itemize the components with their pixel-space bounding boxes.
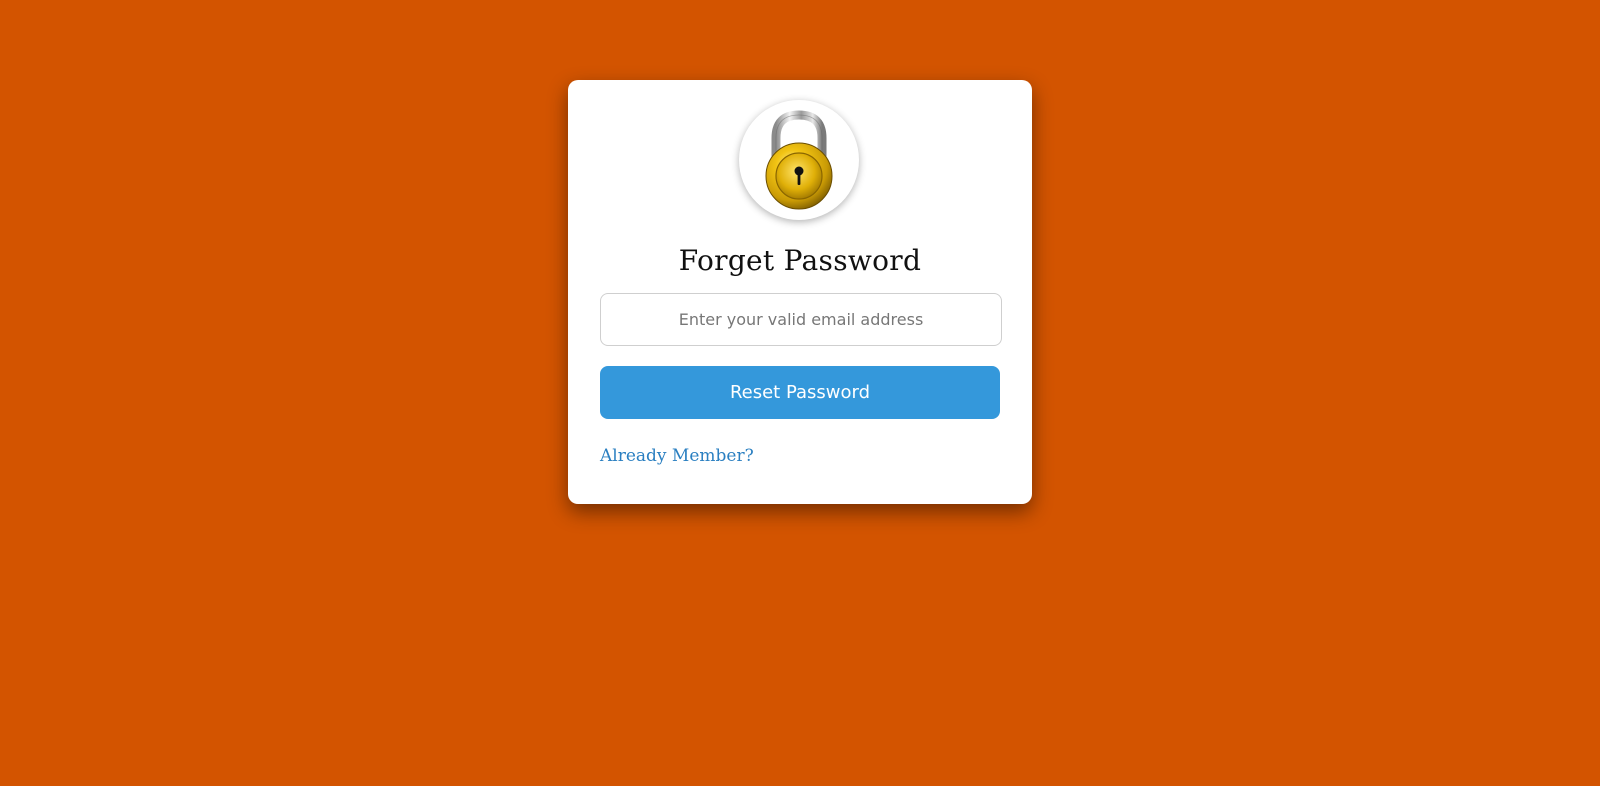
lock-avatar	[739, 100, 859, 220]
page-title: Forget Password	[678, 244, 922, 277]
lock-icon	[765, 110, 833, 210]
forgot-password-card: Forget Password Reset Password Already M…	[568, 80, 1032, 504]
email-field[interactable]	[600, 293, 1002, 346]
reset-password-button[interactable]: Reset Password	[600, 366, 1000, 419]
already-member-link[interactable]: Already Member?	[600, 446, 754, 466]
